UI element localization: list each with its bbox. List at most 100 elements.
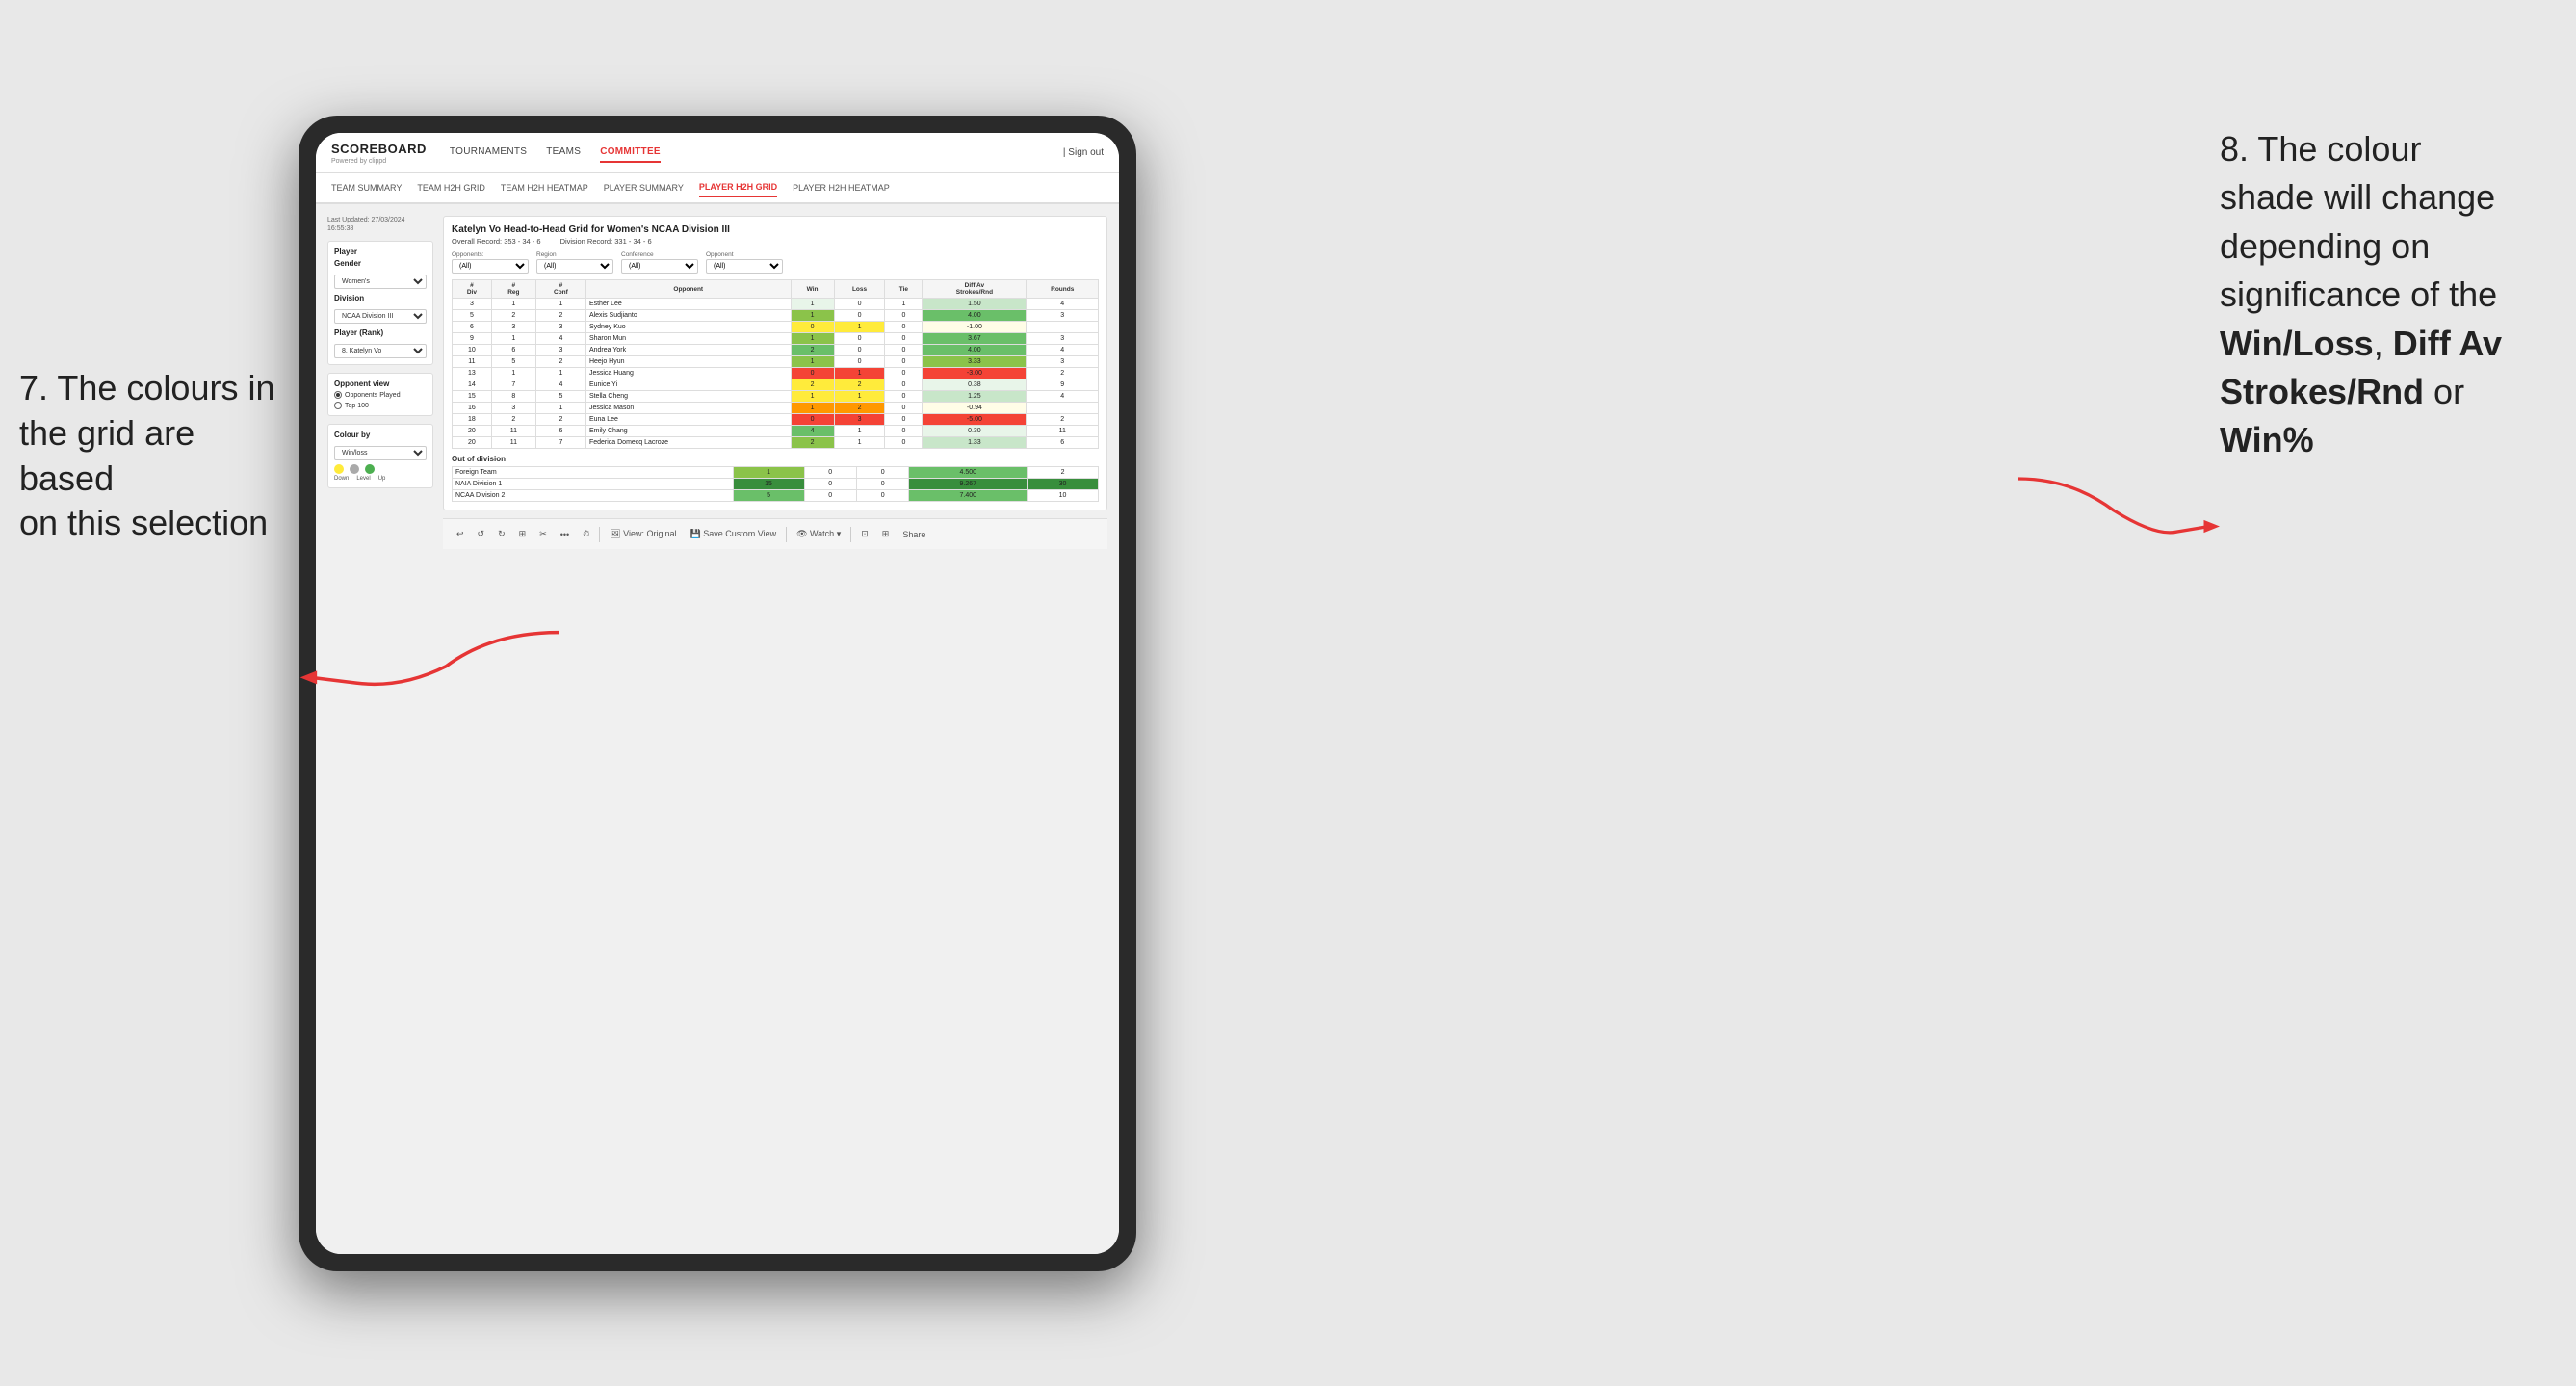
col-div: #Div — [453, 280, 492, 299]
arrow-left — [289, 616, 559, 693]
conference-select[interactable]: (All) — [621, 259, 698, 274]
table-row: 522 Alexis Sudjianto 1 0 0 4.00 3 — [453, 310, 1099, 322]
logo-wrap: SCOREBOARD Powered by clippd — [331, 141, 430, 165]
last-updated: Last Updated: 27/03/2024 16:55:38 — [327, 216, 433, 233]
save-custom-view-button[interactable]: 💾 Save Custom View — [687, 527, 781, 541]
col-loss: Loss — [834, 280, 885, 299]
top-nav: SCOREBOARD Powered by clippd TOURNAMENTS… — [316, 133, 1119, 173]
nav-items: TOURNAMENTS TEAMS COMMITTEE — [450, 143, 1063, 163]
table-row: 1474 Eunice Yi 2 2 0 0.38 9 — [453, 379, 1099, 391]
redo-right-button[interactable]: ↻ — [494, 527, 509, 541]
table-row: 20117 Federica Domecq Lacroze 2 1 0 1.33… — [453, 437, 1099, 449]
out-of-division-table: Foreign Team 1 0 0 4.500 2 NAIA Division… — [452, 466, 1099, 502]
sub-nav: TEAM SUMMARY TEAM H2H GRID TEAM H2H HEAT… — [316, 173, 1119, 204]
region-select[interactable]: (All) — [536, 259, 613, 274]
divider-1 — [599, 527, 600, 542]
opponent-select[interactable]: (All) — [706, 259, 783, 274]
opponents-filter: Opponents: (All) — [452, 251, 529, 274]
timer-button[interactable]: ⏱ — [579, 527, 593, 541]
opponents-select[interactable]: (All) — [452, 259, 529, 274]
opponent-label: Opponent — [706, 251, 783, 258]
table-row: 914 Sharon Mun 1 0 0 3.67 3 — [453, 333, 1099, 345]
layout-button-2[interactable]: ⊞ — [878, 527, 894, 541]
sub-nav-team-summary[interactable]: TEAM SUMMARY — [331, 179, 402, 196]
grid-subtitle: Overall Record: 353 - 34 - 6 Division Re… — [452, 237, 1099, 246]
division-select[interactable]: NCAA Division III — [334, 309, 427, 324]
sign-out-link[interactable]: | Sign out — [1063, 147, 1104, 158]
tablet-screen: SCOREBOARD Powered by clippd TOURNAMENTS… — [316, 133, 1119, 1254]
nav-teams[interactable]: TEAMS — [546, 143, 581, 163]
undo-button[interactable]: ↩ — [453, 527, 468, 541]
sub-nav-player-h2h-heatmap[interactable]: PLAYER H2H HEATMAP — [793, 179, 890, 196]
dot-button[interactable]: ••• — [557, 528, 573, 541]
toolbar: ↩ ↺ ↻ ⊞ ✂ ••• ⏱ 🖼 View: Original 💾 Save … — [443, 518, 1107, 549]
share-button[interactable]: Share — [898, 528, 929, 541]
main-content: Last Updated: 27/03/2024 16:55:38 Player… — [316, 204, 1119, 1254]
radio-dot-top100 — [334, 402, 342, 409]
layout-button-1[interactable]: ⊡ — [857, 527, 872, 541]
divider-2 — [786, 527, 787, 542]
col-diff: Diff AvStrokes/Rnd — [923, 280, 1027, 299]
legend-level: Level — [356, 476, 370, 482]
annotation-left: 7. The colours in the grid are based on … — [19, 366, 289, 546]
radio-top100[interactable]: Top 100 — [334, 402, 427, 409]
sub-nav-team-h2h-grid[interactable]: TEAM H2H GRID — [417, 179, 485, 196]
grid-title: Katelyn Vo Head-to-Head Grid for Women's… — [452, 224, 1099, 235]
arrow-right — [2008, 462, 2220, 559]
opponents-label: Opponents: — [452, 251, 529, 258]
main-grid-box: Katelyn Vo Head-to-Head Grid for Women's… — [443, 216, 1107, 510]
view-original-button[interactable]: 🖼 View: Original — [606, 527, 680, 541]
col-tie: Tie — [885, 280, 923, 299]
redo-left-button[interactable]: ↺ — [474, 527, 489, 541]
division-record: Division Record: 331 - 34 - 6 — [560, 237, 652, 246]
legend-down: Down — [334, 476, 349, 482]
sub-nav-team-h2h-heatmap[interactable]: TEAM H2H HEATMAP — [501, 179, 588, 196]
content-area: Katelyn Vo Head-to-Head Grid for Women's… — [443, 216, 1107, 1242]
gender-select[interactable]: Women's — [334, 275, 427, 289]
table-row: 1063 Andrea York 2 0 0 4.00 4 — [453, 345, 1099, 356]
table-row: 1585 Stella Cheng 1 1 0 1.25 4 — [453, 391, 1099, 403]
table-row: 311 Esther Lee 1 0 1 1.50 4 — [453, 299, 1099, 310]
table-row: 20116 Emily Chang 4 1 0 0.30 11 — [453, 426, 1099, 437]
gender-label: Gender — [334, 259, 427, 268]
region-filter: Region (All) — [536, 251, 613, 274]
logo-text: SCOREBOARD — [331, 142, 427, 156]
table-row: Foreign Team 1 0 0 4.500 2 — [453, 467, 1099, 479]
table-row: 1152 Heejo Hyun 1 0 0 3.33 3 — [453, 356, 1099, 368]
overall-record: Overall Record: 353 - 34 - 6 — [452, 237, 541, 246]
radio-dot-opponents — [334, 391, 342, 399]
table-row: 1631 Jessica Mason 1 2 0 -0.94 — [453, 403, 1099, 414]
sidebar-opponent-section: Opponent view Opponents Played Top 100 — [327, 373, 433, 416]
colour-labels: Down Level Up — [334, 476, 427, 482]
table-row: 1822 Euna Lee 0 3 0 -5.00 2 — [453, 414, 1099, 426]
table-row: 1311 Jessica Huang 0 1 0 -3.00 2 — [453, 368, 1099, 379]
sub-nav-player-h2h-grid[interactable]: PLAYER H2H GRID — [699, 178, 777, 197]
nav-committee[interactable]: COMMITTEE — [600, 143, 661, 163]
filters-row: Opponents: (All) Region (All) — [452, 251, 1099, 274]
nav-tournaments[interactable]: TOURNAMENTS — [450, 143, 527, 163]
table-row: NCAA Division 2 5 0 0 7.400 10 — [453, 490, 1099, 502]
main-grid-table: #Div #Reg #Conf Opponent Win Loss Tie Di… — [452, 279, 1099, 449]
opponent-filter: Opponent (All) — [706, 251, 783, 274]
region-label: Region — [536, 251, 613, 258]
sidebar: Last Updated: 27/03/2024 16:55:38 Player… — [327, 216, 433, 1242]
table-row: NAIA Division 1 15 0 0 9.267 30 — [453, 479, 1099, 490]
colour-dot-up — [365, 464, 375, 474]
nav-right: | Sign out — [1063, 147, 1104, 158]
col-conf: #Conf — [535, 280, 585, 299]
radio-group: Opponents Played Top 100 — [334, 391, 427, 409]
sidebar-player-section: Player Gender Women's Division NCAA Divi… — [327, 241, 433, 365]
radio-opponents-played[interactable]: Opponents Played — [334, 391, 427, 399]
logo-sub: Powered by clippd — [331, 158, 430, 165]
table-row: 633 Sydney Kuo 0 1 0 -1.00 — [453, 322, 1099, 333]
sub-nav-player-summary[interactable]: PLAYER SUMMARY — [604, 179, 684, 196]
cut-button[interactable]: ✂ — [535, 527, 551, 541]
col-rounds: Rounds — [1027, 280, 1099, 299]
grid-button[interactable]: ⊞ — [515, 527, 531, 541]
conference-label: Conference — [621, 251, 698, 258]
player-rank-select[interactable]: 8. Katelyn Vo — [334, 344, 427, 358]
player-rank-label: Player (Rank) — [334, 328, 427, 337]
watch-button[interactable]: 👁 Watch ▾ — [793, 527, 845, 541]
colour-by-select[interactable]: Win/loss — [334, 446, 427, 460]
conference-filter: Conference (All) — [621, 251, 698, 274]
